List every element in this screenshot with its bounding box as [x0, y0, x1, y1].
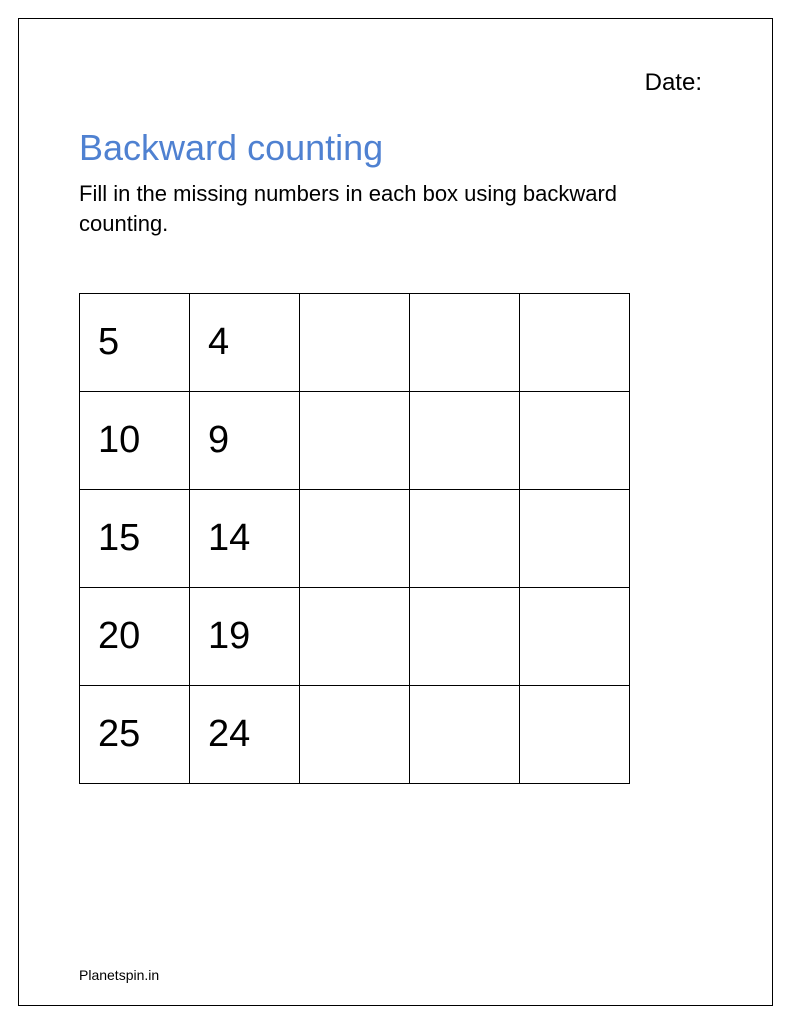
- table-row: 10 9: [80, 392, 630, 490]
- grid-cell[interactable]: 5: [80, 294, 190, 392]
- table-row: 5 4: [80, 294, 630, 392]
- grid-cell[interactable]: [520, 588, 630, 686]
- grid-cell[interactable]: [520, 294, 630, 392]
- grid-cell[interactable]: [300, 490, 410, 588]
- date-label: Date:: [79, 69, 712, 97]
- grid-cell[interactable]: [520, 392, 630, 490]
- grid-cell[interactable]: 9: [190, 392, 300, 490]
- grid-cell[interactable]: [520, 490, 630, 588]
- worksheet-page: Date: Backward counting Fill in the miss…: [18, 18, 773, 1006]
- grid-cell[interactable]: [410, 588, 520, 686]
- grid-cell[interactable]: [520, 686, 630, 784]
- grid-cell[interactable]: [410, 490, 520, 588]
- grid-cell[interactable]: 4: [190, 294, 300, 392]
- counting-grid: 5 4 10 9 15 14 20 19 25: [79, 293, 630, 784]
- grid-cell[interactable]: 15: [80, 490, 190, 588]
- table-row: 15 14: [80, 490, 630, 588]
- grid-cell[interactable]: [300, 686, 410, 784]
- grid-cell[interactable]: [410, 392, 520, 490]
- grid-cell[interactable]: [410, 294, 520, 392]
- grid-cell[interactable]: [300, 294, 410, 392]
- grid-cell[interactable]: [300, 588, 410, 686]
- page-title: Backward counting: [79, 127, 712, 169]
- grid-cell[interactable]: 24: [190, 686, 300, 784]
- grid-cell[interactable]: [410, 686, 520, 784]
- grid-cell[interactable]: [300, 392, 410, 490]
- instructions-text: Fill in the missing numbers in each box …: [79, 179, 639, 238]
- grid-cell[interactable]: 20: [80, 588, 190, 686]
- grid-cell[interactable]: 19: [190, 588, 300, 686]
- table-row: 20 19: [80, 588, 630, 686]
- footer-credit: Planetspin.in: [79, 967, 159, 983]
- grid-cell[interactable]: 25: [80, 686, 190, 784]
- grid-cell[interactable]: 14: [190, 490, 300, 588]
- grid-cell[interactable]: 10: [80, 392, 190, 490]
- table-row: 25 24: [80, 686, 630, 784]
